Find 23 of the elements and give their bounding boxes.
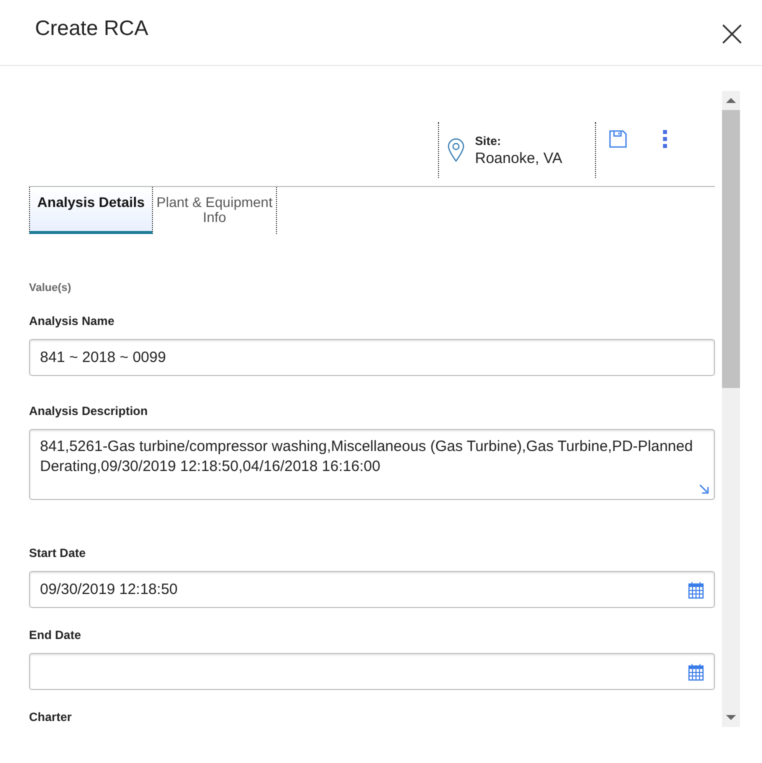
field-label: Analysis Description — [29, 404, 149, 418]
field-label: End Date — [29, 628, 82, 642]
field-label: Charter — [29, 710, 73, 724]
field-label: Analysis Name — [29, 314, 116, 328]
date-field[interactable] — [29, 653, 715, 690]
tab[interactable]: Analysis Details — [29, 187, 153, 234]
calendar-icon[interactable] — [688, 662, 704, 680]
dialog-title: Create RCA — [35, 17, 148, 41]
resize-icon[interactable] — [699, 484, 709, 494]
tab[interactable]: Plant & Equipment Info — [153, 187, 277, 234]
calendar-icon[interactable] — [688, 580, 704, 598]
close-icon[interactable] — [722, 24, 742, 44]
more-options-icon[interactable] — [663, 130, 667, 148]
location-pin-icon — [447, 138, 465, 162]
section-label: Value(s) — [29, 282, 72, 294]
scrollbar[interactable] — [722, 91, 740, 727]
field-label: Start Date — [29, 546, 87, 560]
site-value: Roanoke, VA — [475, 150, 562, 166]
date-field[interactable]: 09/30/2019 12:18:50 — [29, 571, 715, 608]
textarea-field[interactable]: 841,5261-Gas turbine/compressor washing,Miscellaneous (Gas Turbine),Gas Turbine,PD-Planned Derating,09/30/2019 12:18:50,04/16/2018 16:16:00 — [29, 429, 715, 500]
save-icon[interactable] — [609, 130, 627, 148]
site-label: Site: — [475, 134, 502, 148]
input-field[interactable]: 841 ~ 2018 ~ 0099 — [29, 339, 715, 376]
